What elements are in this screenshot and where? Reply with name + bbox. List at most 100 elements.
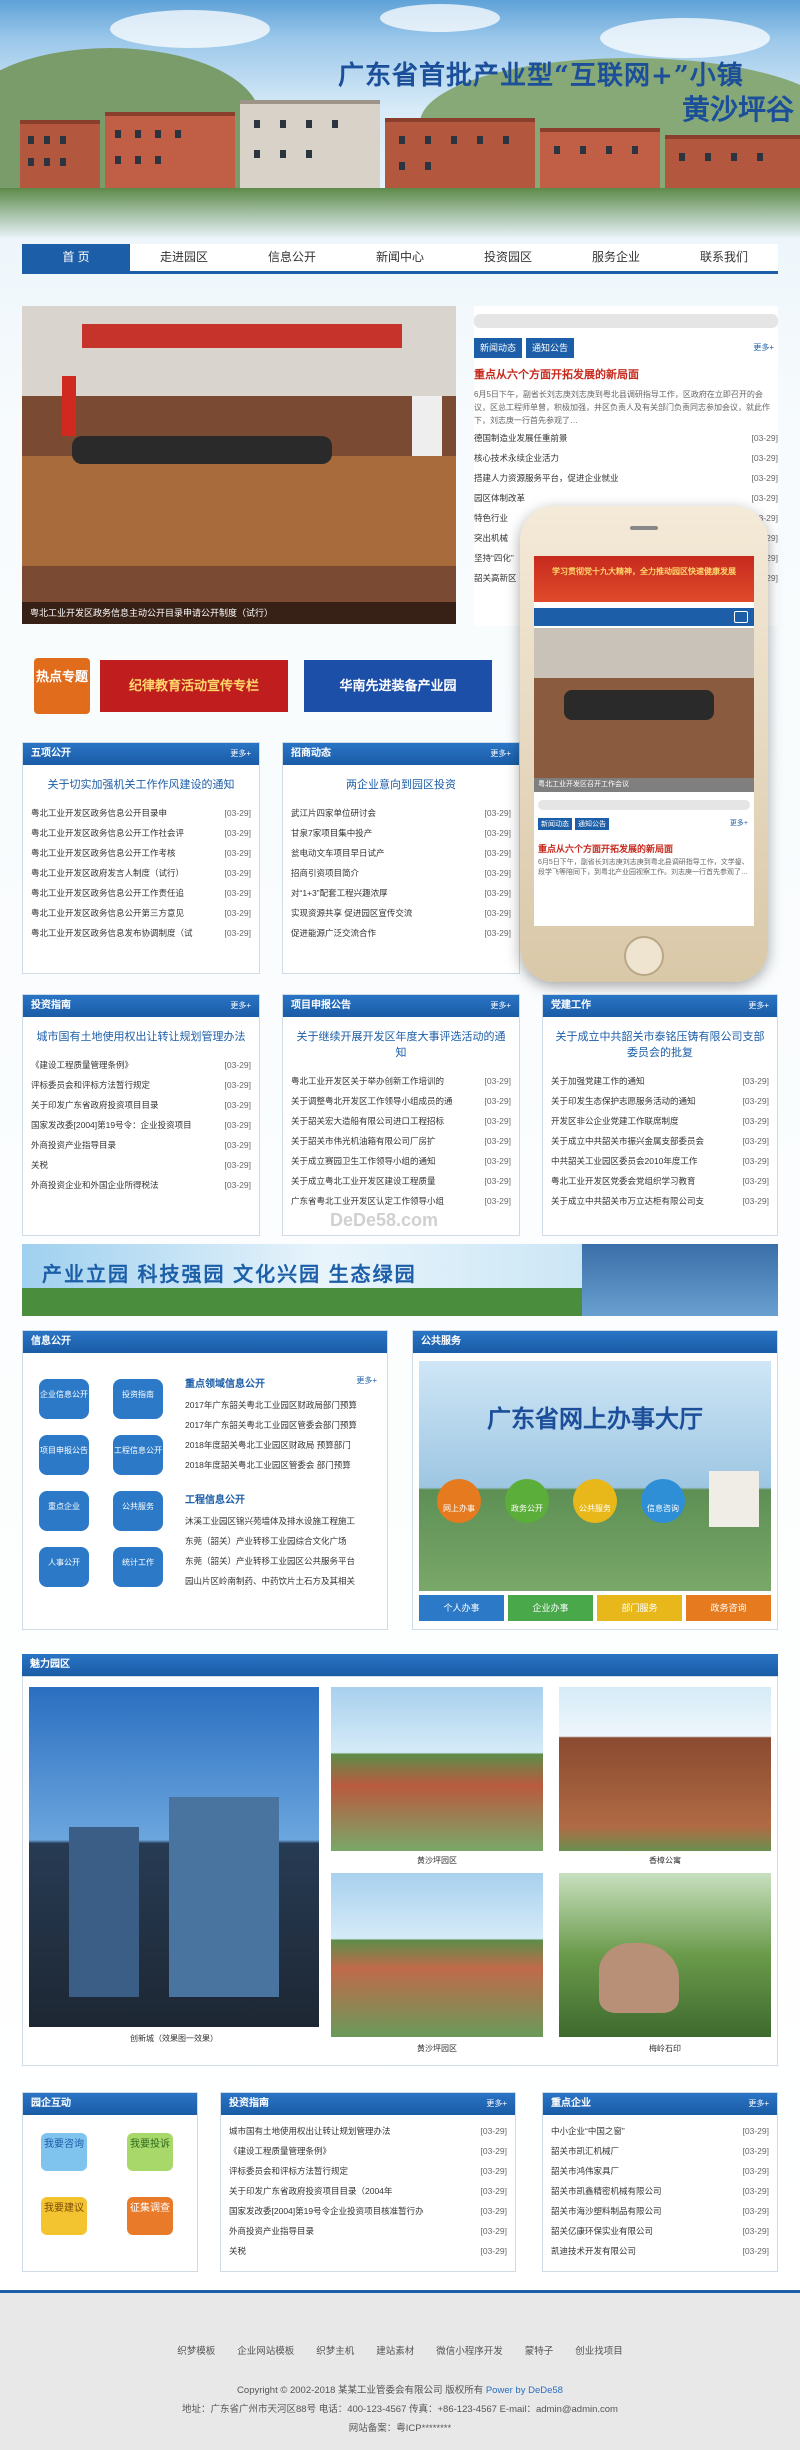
list-item[interactable]: 开发区非公企业党建工作联席制度 [03-29] [551,1111,769,1131]
nav-info[interactable]: 信息公开 [238,244,346,271]
panel-lead[interactable]: 关于成立中共韶关市泰铭压铸有限公司支部委员会的批复 [543,1017,777,1071]
list-item[interactable]: 粤北工业开发区政府发言人制度（试行） [03-29] [31,863,251,883]
btn-key-enterprise[interactable]: 重点企业 [39,1491,89,1531]
btn-enterprise-info[interactable]: 企业信息公开 [39,1379,89,1419]
circle-public[interactable]: 公共服务 [573,1479,617,1523]
circle-consult[interactable]: 信息咨询 [641,1479,685,1523]
btn-personnel[interactable]: 人事公开 [39,1547,89,1587]
list-item[interactable]: 粤北工业开发区政务信息公开目录申 [03-29] [31,803,251,823]
list-item[interactable]: 城市国有土地使用权出让转让规划管理办法 [03-29] [229,2121,507,2141]
footer-link[interactable]: 蒙特子 [525,2342,554,2361]
list-item[interactable]: 关税 [03-29] [31,1155,251,1175]
tab-notice[interactable]: 通知公告 [526,338,575,358]
more-link[interactable]: 更多+ [490,995,511,1017]
gallery-photo-huangshaping[interactable] [331,1687,543,1851]
footer-link[interactable]: 织梦主机 [316,2342,354,2361]
btn-project-declare[interactable]: 项目申报公告 [39,1435,89,1475]
news-headline[interactable]: 重点从六个方面开拓发展的新局面 [474,366,639,382]
more-link[interactable]: 更多+ [490,743,511,765]
list-item[interactable]: 关于韶关宏大造船有限公司进口工程招标 [03-29] [291,1111,511,1131]
more-link[interactable]: 更多+ [356,1375,377,1386]
list-item[interactable]: 外商投资产业指导目录 [03-29] [229,2221,507,2241]
list-item[interactable]: 粤北工业开发区关于举办创新工作培训的 [03-29] [291,1071,511,1091]
list-item[interactable]: 关于加强党建工作的通知 [03-29] [551,1071,769,1091]
nav-contact[interactable]: 联系我们 [670,244,778,271]
list-item[interactable]: 广东省粤北工业开发区认定工作领导小组 [03-29] [291,1191,511,1211]
list-item[interactable]: 韶关市凯鑫精密机械有限公司 [03-29] [551,2181,769,2201]
list-item[interactable]: 韶关市海沙塑料制品有限公司 [03-29] [551,2201,769,2221]
list-item[interactable]: 粤北工业开发区政务信息公开第三方意见 [03-29] [31,903,251,923]
more-link[interactable]: 更多+ [230,995,251,1017]
phone-headline[interactable]: 重点从六个方面开拓发展的新局面 [538,842,673,855]
phone-slide-image[interactable] [534,628,754,778]
list-item[interactable]: 核心技术永续企业活力 [03-29] [474,448,778,468]
more-link[interactable]: 更多+ [748,995,769,1017]
list-item[interactable]: 搭建人力资源服务平台，促进企业就业 [03-29] [474,468,778,488]
list-item[interactable]: 关于印发广东省政府投资项目目录 [03-29] [31,1095,251,1115]
list-item[interactable]: 关于成立中共韶关市万立达柜有限公司支 [03-29] [551,1191,769,1211]
btn-complain[interactable]: 我要投诉 [127,2133,173,2171]
gallery-photo-innovation[interactable] [29,1687,319,2027]
btn-invest-guide[interactable]: 投资指南 [113,1379,163,1419]
nav-about[interactable]: 走进园区 [130,244,238,271]
list-item[interactable]: 《建设工程质量管理条例》 [03-29] [31,1055,251,1075]
list-item[interactable]: 关于韶关市伟光机油箱有限公司厂房扩 [03-29] [291,1131,511,1151]
nav-service[interactable]: 服务企业 [562,244,670,271]
hot-banner-discipline[interactable]: 纪律教育活动宣传专栏 [100,660,288,712]
footer-link[interactable]: 创业找项目 [575,2342,623,2361]
btn-survey[interactable]: 征集调查 [127,2197,173,2235]
list-item[interactable]: 沐溪工业园区锦兴苑墙体及排水设施工程施工 [185,1511,379,1531]
service-hall-image[interactable]: 广东省网上办事大厅 网上办事 政务公开 公共服务 信息咨询 [419,1361,771,1591]
list-item[interactable]: 东莞（韶关）产业转移工业园区公共服务平台 [185,1551,379,1571]
btn-consult[interactable]: 我要咨询 [41,2133,87,2171]
phone-more[interactable]: 更多+ [730,818,748,828]
list-item[interactable]: 粤北工业开发区政务信息公开工作考核 [03-29] [31,843,251,863]
list-item[interactable]: 粤北工业开发区政务信息公开工作社会评 [03-29] [31,823,251,843]
list-item[interactable]: 中小企业“中国之窗” [03-29] [551,2121,769,2141]
tab-personal[interactable]: 个人办事 [419,1595,504,1621]
list-item[interactable]: 韶关亿康环保实业有限公司 [03-29] [551,2221,769,2241]
list-item[interactable]: 武江片四家单位研讨会 [03-29] [291,803,511,823]
phone-tab-notice[interactable]: 通知公告 [575,818,609,830]
panel-lead[interactable]: 两企业意向到园区投资 [283,765,519,803]
list-item[interactable]: 粤北工业开发区政务信息公开工作责任追 [03-29] [31,883,251,903]
list-item[interactable]: 2018年度韶关粤北工业园区财政局 预算部门 [185,1435,379,1455]
more-link[interactable]: 更多+ [748,2093,769,2115]
list-item[interactable]: 韶关市鸿伟家具厂 [03-29] [551,2161,769,2181]
list-item[interactable]: 关于成立粤北工业开发区建设工程质量 [03-29] [291,1171,511,1191]
search-bar[interactable] [474,314,778,328]
phone-home-button[interactable] [624,936,664,976]
list-item[interactable]: 园山片区岭南制药、中药饮片土石方及其相关 [185,1571,379,1591]
news-slider[interactable]: 粤北工业开发区政务信息主动公开目录申请公开制度（试行） [22,306,456,624]
nav-invest[interactable]: 投资园区 [454,244,562,271]
gallery-photo-meiling-stone[interactable] [559,1873,771,2037]
list-item[interactable]: 《建设工程质量管理条例》 [03-29] [229,2141,507,2161]
news-more[interactable]: 更多+ [753,342,774,353]
circle-online[interactable]: 网上办事 [437,1479,481,1523]
menu-icon[interactable] [734,611,748,623]
footer-link[interactable]: 建站素材 [376,2342,414,2361]
list-item[interactable]: 甘泉7家项目集中投产 [03-29] [291,823,511,843]
tab-enterprise[interactable]: 企业办事 [508,1595,593,1621]
footer-link[interactable]: 微信小程序开发 [436,2342,503,2361]
list-item[interactable]: 关于成立中共韶关市振兴金属支部委员会 [03-29] [551,1131,769,1151]
list-item[interactable]: 关于印发广东省政府投资项目目录（2004年 [03-29] [229,2181,507,2201]
list-item[interactable]: 园区体制改革 [03-29] [474,488,778,508]
footer-power-link[interactable]: Power by DeDe58 [486,2385,563,2396]
phone-tab-news[interactable]: 新闻动态 [538,818,572,830]
list-item[interactable]: 关于印发生态保护志愿服务活动的通知 [03-29] [551,1091,769,1111]
list-item[interactable]: 招商引资项目简介 [03-29] [291,863,511,883]
list-item[interactable]: 评标委员会和评标方法暂行规定 [03-29] [31,1075,251,1095]
panel-lead[interactable]: 城市国有土地使用权出让转让规划管理办法 [23,1017,259,1055]
hot-banner-equipment[interactable]: 华南先进装备产业园 [304,660,492,712]
list-item[interactable]: 外商投资企业和外国企业所得税法 [03-29] [31,1175,251,1195]
list-item[interactable]: 中共韶关工业园区委员会2010年度工作 [03-29] [551,1151,769,1171]
list-item[interactable]: 对“1+3”配套工程兴趣浓厚 [03-29] [291,883,511,903]
btn-public-service[interactable]: 公共服务 [113,1491,163,1531]
list-item[interactable]: 促进能源广泛交流合作 [03-29] [291,923,511,943]
list-item[interactable]: 关于成立赛园卫生工作领导小组的通知 [03-29] [291,1151,511,1171]
list-item[interactable]: 关于调整粤北开发区工作领导小组成员的通 [03-29] [291,1091,511,1111]
more-link[interactable]: 更多+ [486,2093,507,2115]
panel-lead[interactable]: 关于切实加强机关工作作风建设的通知 [23,765,259,803]
btn-statistics[interactable]: 统计工作 [113,1547,163,1587]
